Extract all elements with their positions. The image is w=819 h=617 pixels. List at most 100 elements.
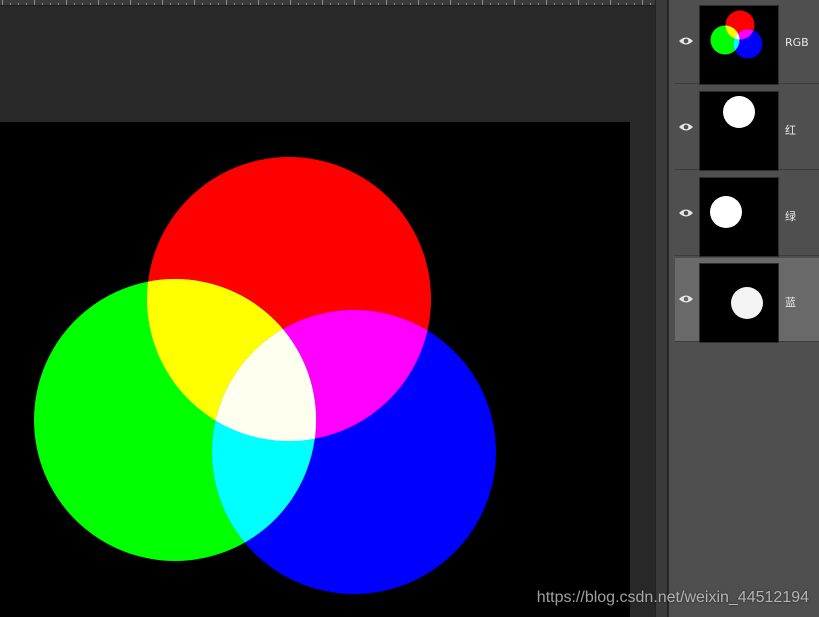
ruler-tick: [402, 3, 403, 5]
ruler-tick: [586, 3, 587, 5]
ruler-tick: [290, 0, 291, 5]
ruler-tick: [178, 3, 179, 5]
ruler-tick: [202, 3, 203, 5]
ruler-tick: [26, 3, 27, 5]
ruler-tick: [650, 3, 651, 5]
workspace: [0, 6, 655, 617]
document-canvas[interactable]: [0, 122, 630, 617]
ruler-tick: [138, 3, 139, 5]
channel-name-blue: 蓝: [785, 296, 796, 309]
ruler-tick: [570, 3, 571, 5]
ruler-tick: [426, 3, 427, 5]
ruler-tick: [314, 3, 315, 5]
ruler-tick: [122, 3, 123, 5]
ruler-tick: [186, 3, 187, 5]
ruler-tick: [354, 0, 355, 5]
ruler-tick: [242, 3, 243, 5]
ruler-tick: [466, 3, 467, 5]
ruler-tick: [514, 0, 515, 5]
ruler-tick: [226, 0, 227, 5]
ruler-tick: [578, 0, 579, 5]
ruler-tick: [634, 3, 635, 5]
ruler-tick: [18, 3, 19, 5]
ruler-tick: [602, 3, 603, 5]
ruler-tick: [74, 3, 75, 5]
ruler-tick: [450, 0, 451, 5]
channel-row-green[interactable]: 绿: [675, 172, 819, 257]
ruler-tick: [322, 0, 323, 5]
ruler-tick: [114, 3, 115, 5]
ruler-tick: [482, 0, 483, 5]
ruler-tick: [274, 3, 275, 5]
ruler-tick: [210, 3, 211, 5]
ruler-tick: [330, 3, 331, 5]
ruler-tick: [458, 3, 459, 5]
ruler-tick: [522, 3, 523, 5]
ruler-tick: [162, 0, 163, 5]
eye-icon[interactable]: [678, 292, 694, 306]
ruler-tick: [234, 3, 235, 5]
ruler-tick: [418, 0, 419, 5]
watermark-text: https://blog.csdn.net/weixin_44512194: [536, 589, 809, 606]
ruler-tick: [154, 3, 155, 5]
channels-panel: RGB 红 绿 蓝: [668, 0, 819, 617]
ruler-tick: [538, 3, 539, 5]
channel-thumbnail-red: [699, 91, 779, 171]
photoshop-window: RGB 红 绿 蓝 https://blog.csdn.net/weixin_4…: [0, 0, 819, 617]
ruler-tick: [90, 3, 91, 5]
ruler-tick: [194, 0, 195, 5]
ruler-tick: [362, 3, 363, 5]
ruler-tick: [642, 0, 643, 5]
ruler-tick: [394, 3, 395, 5]
ruler-tick: [386, 0, 387, 5]
ruler-tick: [554, 3, 555, 5]
channel-thumbnail-blue: [699, 263, 779, 343]
ruler-tick: [546, 0, 547, 5]
ruler-tick: [370, 3, 371, 5]
ruler-tick: [506, 3, 507, 5]
ruler-tick: [106, 3, 107, 5]
ruler-tick: [2, 0, 3, 5]
eye-icon[interactable]: [678, 206, 694, 220]
ruler-tick: [378, 3, 379, 5]
vertical-scrollbar[interactable]: [655, 0, 668, 617]
channel-row-rgb[interactable]: RGB: [675, 0, 819, 85]
ruler-tick: [82, 3, 83, 5]
ruler-tick: [58, 3, 59, 5]
ruler-tick: [498, 3, 499, 5]
ruler-tick: [338, 3, 339, 5]
ruler-tick: [442, 3, 443, 5]
ruler-tick: [490, 3, 491, 5]
ruler-tick: [130, 0, 131, 5]
ruler-tick: [250, 3, 251, 5]
ruler-tick: [34, 0, 35, 5]
ruler-tick: [146, 3, 147, 5]
ruler-tick: [410, 3, 411, 5]
ruler-tick: [346, 3, 347, 5]
channel-name-rgb: RGB: [785, 36, 809, 49]
ruler-tick: [50, 3, 51, 5]
eye-icon[interactable]: [678, 34, 694, 48]
ruler-tick: [170, 3, 171, 5]
channel-thumbnail-green: [699, 177, 779, 257]
ruler-tick: [10, 3, 11, 5]
ruler-tick: [282, 3, 283, 5]
channel-row-blue[interactable]: 蓝: [675, 258, 819, 343]
channel-name-red: 红: [785, 124, 796, 137]
ruler-tick: [218, 3, 219, 5]
channel-name-green: 绿: [785, 210, 796, 223]
ruler-tick: [594, 3, 595, 5]
ruler-tick: [266, 3, 267, 5]
ruler-tick: [98, 0, 99, 5]
channel-thumbnail-rgb: [699, 5, 779, 85]
channel-row-red[interactable]: 红: [675, 86, 819, 171]
ruler-tick: [610, 0, 611, 5]
ruler-tick: [298, 3, 299, 5]
ruler-tick: [618, 3, 619, 5]
ruler-tick: [530, 3, 531, 5]
ruler-tick: [434, 3, 435, 5]
ruler-tick: [474, 3, 475, 5]
eye-icon[interactable]: [678, 120, 694, 134]
ruler-tick: [42, 3, 43, 5]
ruler-tick: [562, 3, 563, 5]
